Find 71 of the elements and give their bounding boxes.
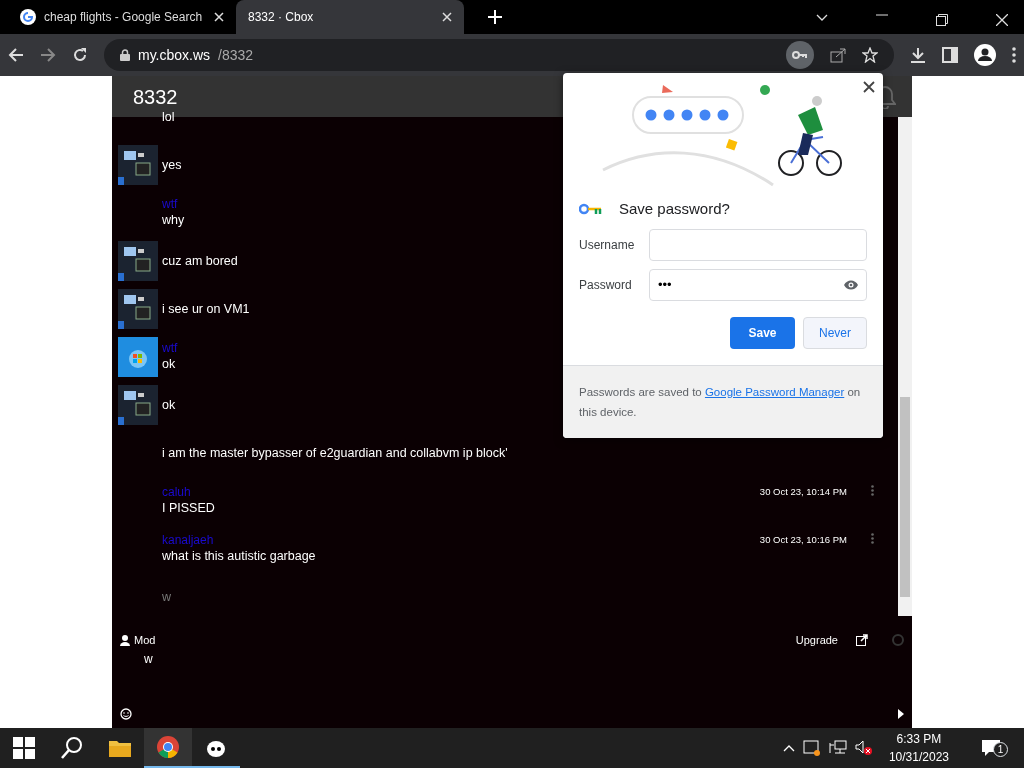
google-icon [20,9,36,25]
message-text: ok [162,356,176,373]
message-text: why [162,212,185,229]
message-text: I PISSED [162,500,215,517]
message-text: i am the master bypasser of e2guardian and collabvm ip block' [162,445,508,462]
chat-title: 8332 [133,84,178,110]
smiley-icon[interactable] [120,708,132,720]
reload-icon[interactable] [72,47,88,63]
dialog-title: Save password? [619,199,730,219]
kebab-menu-icon[interactable] [1012,47,1016,63]
url-path: /8332 [218,45,254,65]
message-text: i see ur on VM1 [162,301,250,318]
status-circle-icon [892,634,904,647]
message-text: ok [162,397,176,414]
url-host: my.cbox.ws [138,45,211,65]
upgrade-link[interactable]: Upgrade [795,632,838,649]
key-icon[interactable] [786,41,814,69]
save-button[interactable]: Save [730,316,795,349]
windows-wallpaper-thumbnail [118,337,158,377]
username-label: Username [579,236,636,254]
windows-logo-icon [12,736,36,760]
lock-icon [120,49,130,61]
volume-muted-icon[interactable] [854,740,873,756]
message-text: what is this autistic garbage [162,548,316,565]
screenshot-thumbnail [118,145,158,185]
back-icon[interactable] [8,47,24,63]
message-input[interactable]: w [142,648,842,669]
message-text: lol [162,109,175,126]
external-link-icon[interactable] [856,634,868,647]
never-button[interactable]: Never [803,316,867,349]
footer-note: Passwords are saved to Google Password Manager on this device. [579,384,862,420]
new-tab-icon[interactable] [488,10,502,24]
timestamp: 30 Oct 23, 10:14 PM [759,485,847,499]
username-field[interactable] [649,228,867,261]
search-icon [60,736,84,760]
notification-center[interactable]: 1 [965,739,1024,757]
side-panel-icon[interactable] [942,47,958,63]
notification-count: 1 [993,742,1008,757]
star-icon[interactable] [862,47,878,63]
clock[interactable]: 6:33 PM 10/31/2023 [888,730,949,766]
close-icon[interactable] [863,81,875,93]
profile-icon[interactable] [974,44,996,66]
scrollbar[interactable] [898,117,912,616]
user-icon [120,634,130,646]
chevron-down-icon[interactable] [816,14,828,22]
restore-icon[interactable] [936,14,948,26]
message-text: yes [162,157,182,174]
key-icon [579,203,603,216]
download-icon[interactable] [910,47,926,63]
screenshot-thumbnail [118,241,158,281]
taskbar-chrome[interactable] [144,728,192,768]
screenshot-thumbnail [118,385,158,425]
username-label: Mod [134,633,156,648]
timestamp: 30 Oct 23, 10:16 PM [759,533,847,547]
forward-icon[interactable] [40,47,56,63]
message-text: cuz am bored [162,253,238,270]
chrome-icon [156,735,180,759]
chevron-up-icon[interactable] [782,744,795,752]
password-field[interactable]: ••• [649,268,867,301]
share-icon[interactable] [830,47,846,63]
password-manager-link[interactable]: Google Password Manager [704,385,845,398]
screenshot-thumbnail [118,289,158,329]
update-icon[interactable] [802,740,821,756]
browser-tab[interactable]: 8332 · Cbox [236,0,464,34]
password-label: Password [579,276,633,294]
send-arrow-icon[interactable] [898,709,904,719]
message-text: w [162,589,172,606]
browser-tab[interactable]: cheap flights - Google Search [8,0,236,34]
address-bar[interactable]: my.cbox.ws /8332 [104,39,894,71]
network-icon[interactable] [828,740,847,756]
eye-icon[interactable] [843,278,859,291]
